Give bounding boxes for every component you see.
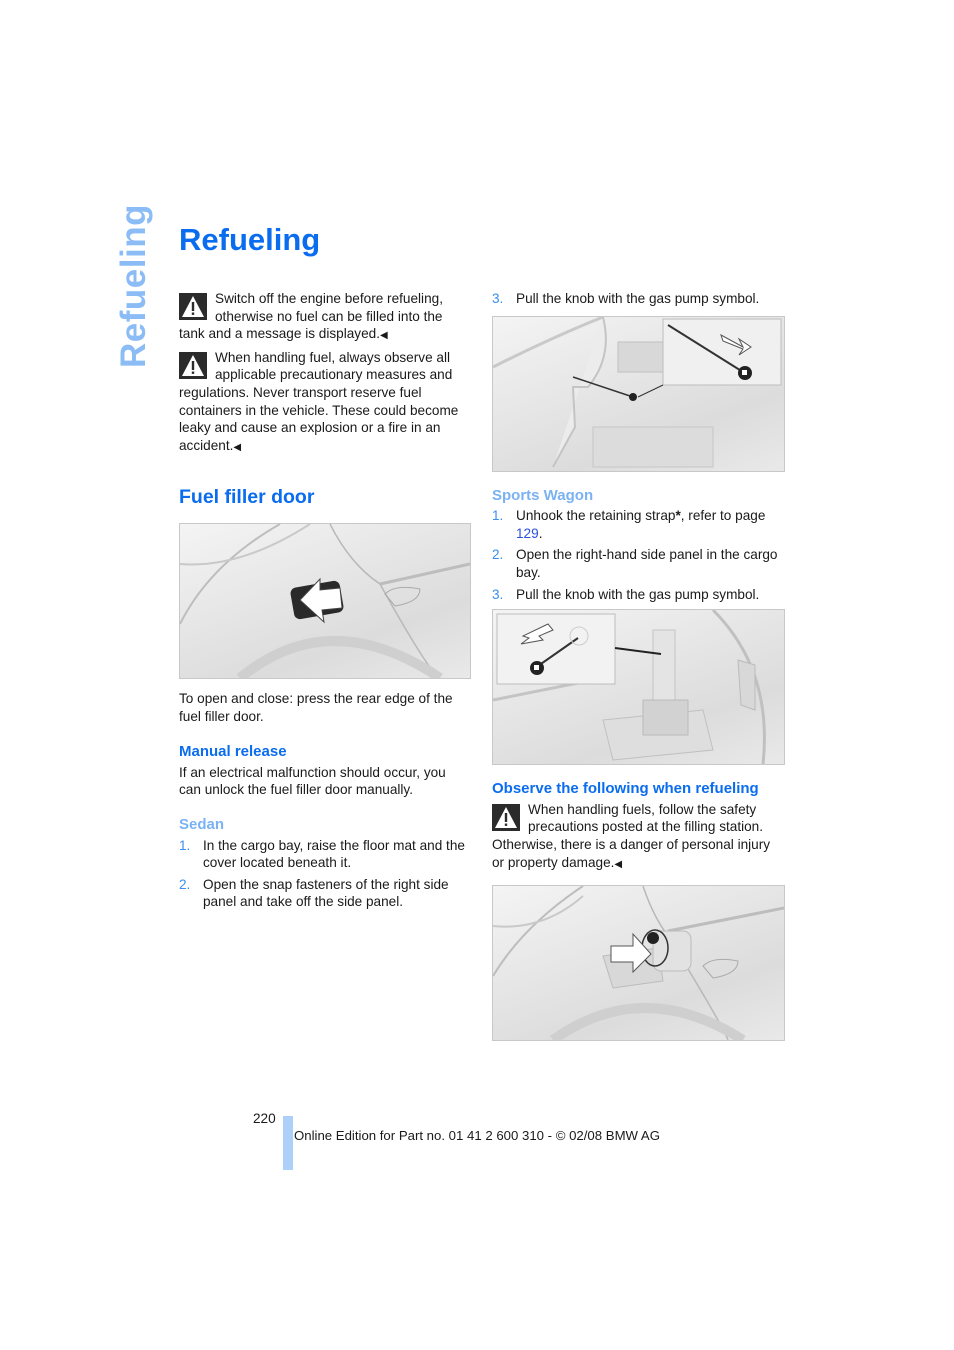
sidebar-section-title: Refueling bbox=[112, 204, 153, 368]
footer-edition-text: Online Edition for Part no. 01 41 2 600 … bbox=[294, 1128, 660, 1143]
step-number: 3. bbox=[492, 586, 504, 602]
figure-fuel-filler-door bbox=[179, 522, 471, 679]
step-text: Open the right-hand side panel in the ca… bbox=[516, 547, 778, 580]
step-text: Pull the knob with the gas pump symbol. bbox=[516, 291, 760, 306]
step-text: Pull the knob with the gas pump symbol. bbox=[516, 586, 760, 602]
step-text: Open the snap fasteners of the right sid… bbox=[203, 876, 449, 910]
warning-note: When handling fuels, follow the safety p… bbox=[492, 801, 784, 873]
step-text: In the cargo bay, raise the floor mat an… bbox=[203, 837, 465, 871]
subheading-sedan: Sedan bbox=[179, 815, 225, 833]
figure-sedan-knob bbox=[492, 315, 785, 472]
manual-release-text: If an electrical malfunction should occu… bbox=[179, 764, 446, 798]
figure-sports-wagon-knob bbox=[492, 609, 785, 766]
end-mark-icon: ◀ bbox=[614, 858, 623, 870]
step-text: . bbox=[538, 525, 543, 541]
section-heading-fuel-filler-door: Fuel filler door bbox=[179, 486, 315, 509]
list-item: 1. In the cargo bay, raise the floor mat … bbox=[179, 837, 471, 872]
subheading-observe-refueling: Observe the following when refueling bbox=[492, 780, 759, 798]
step-number: 1. bbox=[492, 508, 504, 524]
list-item: 1. Unhook the retaining strap*, refer to … bbox=[492, 507, 784, 542]
figure-open-fuel-door bbox=[492, 885, 785, 1042]
subheading-manual-release: Manual release bbox=[179, 743, 287, 761]
warning-triangle-icon bbox=[179, 351, 207, 379]
list-item: 3. Pull the knob with the gas pump symbol… bbox=[492, 586, 784, 604]
end-mark-icon: ◀ bbox=[380, 330, 388, 342]
step-number: 3. bbox=[492, 291, 504, 306]
caption-open-close: To open and close: press the rear edge o… bbox=[179, 690, 453, 724]
warning-text: When handling fuels, follow the safety p… bbox=[492, 801, 771, 870]
sedan-steps: 1. In the cargo bay, raise the floor mat … bbox=[179, 837, 471, 911]
step-text: , refer to page bbox=[680, 508, 766, 524]
warning-note: When handling fuel, always observe all a… bbox=[179, 349, 471, 457]
end-mark-icon: ◀ bbox=[233, 441, 242, 453]
sedan-steps-continued: 3. Pull the knob with the gas pump symbol… bbox=[492, 290, 784, 308]
step-text: Unhook the retaining strap bbox=[516, 508, 676, 524]
subheading-sports-wagon: Sports Wagon bbox=[492, 486, 594, 504]
warning-text: When handling fuel, always observe all a… bbox=[179, 349, 459, 453]
warning-note: Switch off the engine before refueling, … bbox=[179, 290, 471, 345]
step-number: 2. bbox=[179, 876, 191, 892]
right-column: 3. Pull the knob with the gas pump symbol… bbox=[492, 290, 785, 1042]
left-column: Switch off the engine before refueling, … bbox=[179, 290, 471, 915]
page-title: Refueling bbox=[179, 222, 321, 257]
sports-wagon-steps: 1. Unhook the retaining strap*, refer to … bbox=[492, 507, 784, 603]
footer-accent-bar bbox=[283, 1116, 293, 1170]
list-item: 2. Open the snap fasteners of the right s… bbox=[179, 876, 471, 911]
warning-triangle-icon bbox=[179, 293, 207, 320]
page-number: 220 bbox=[253, 1111, 276, 1126]
step-number: 2. bbox=[492, 547, 504, 563]
sidebar-section-title-text: Refueling bbox=[114, 204, 153, 368]
warning-text: Switch off the engine before refueling, … bbox=[179, 291, 443, 342]
list-item: 3. Pull the knob with the gas pump symbol… bbox=[492, 290, 784, 308]
step-number: 1. bbox=[179, 837, 191, 853]
page-link[interactable]: 129 bbox=[516, 526, 539, 541]
list-item: 2. Open the right-hand side panel in the … bbox=[492, 546, 784, 581]
warning-triangle-icon bbox=[492, 803, 520, 831]
